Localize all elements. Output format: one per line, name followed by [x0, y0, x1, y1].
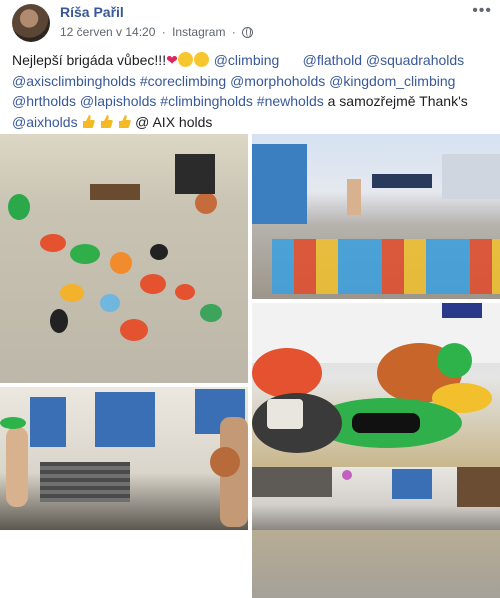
timestamp[interactable]: 12 červen v 14:20: [60, 25, 155, 39]
grin-icon: [193, 52, 209, 67]
aix-holds-mention: @ AIX holds: [135, 113, 213, 130]
hashtag-newholds[interactable]: #newholds: [257, 93, 324, 109]
mention-flathold[interactable]: @flathold: [303, 52, 362, 68]
meta-separator: ·: [161, 25, 166, 39]
avatar[interactable]: [12, 4, 50, 42]
post-text-thanks: a samozřejmě Thank's: [327, 93, 468, 109]
author-name[interactable]: Ríša Pařil: [60, 4, 124, 20]
meta-separator-2: ·: [231, 25, 236, 39]
mention-squadraholds[interactable]: @squadraholds: [366, 52, 464, 68]
post-header: Ríša Pařil 12 červen v 14:20 · Instagram…: [0, 0, 500, 42]
photo-warehouse-yard[interactable]: [252, 134, 500, 299]
source-label: Instagram: [172, 25, 226, 39]
photo-man-building[interactable]: [0, 387, 248, 530]
photo-holds-sunglasses[interactable]: [252, 303, 500, 598]
post-meta: 12 červen v 14:20 · Instagram ·: [60, 25, 254, 39]
hashtag-climbingholds[interactable]: #climbingholds: [160, 93, 253, 109]
globe-icon: [242, 27, 254, 38]
mention-morphoholds[interactable]: @morphoholds: [230, 73, 325, 89]
heart-icon: ❤: [166, 52, 178, 68]
hashtag-coreclimbing[interactable]: #coreclimbing: [140, 73, 226, 89]
mention-lapisholds[interactable]: @lapisholds: [80, 93, 156, 109]
mention-axisclimbingholds[interactable]: @axisclimbingholds: [12, 73, 136, 89]
photo-holds-floor[interactable]: [0, 134, 248, 383]
thumbs-up-icon: [99, 114, 114, 129]
thumbs-up-icon: [81, 114, 96, 129]
mention-climbing[interactable]: @climbing: [214, 52, 280, 68]
photo-workshop[interactable]: [252, 467, 500, 530]
thumbs-up-icon: [117, 114, 131, 129]
smile-icon: [177, 52, 193, 67]
mention-aixholds[interactable]: @aixholds: [12, 114, 78, 130]
post-text-intro: Nejlepší brigáda vůbec!!!: [12, 52, 167, 68]
mention-hrtholds[interactable]: @hrtholds: [12, 93, 76, 109]
mention-kingdom-climbing[interactable]: @kingdom_climbing: [329, 73, 455, 89]
more-icon[interactable]: •••: [472, 2, 492, 20]
post-text: Nejlepší brigáda vůbec!!!❤ @climbing @fl…: [12, 50, 492, 132]
photo-grid: [0, 134, 500, 598]
